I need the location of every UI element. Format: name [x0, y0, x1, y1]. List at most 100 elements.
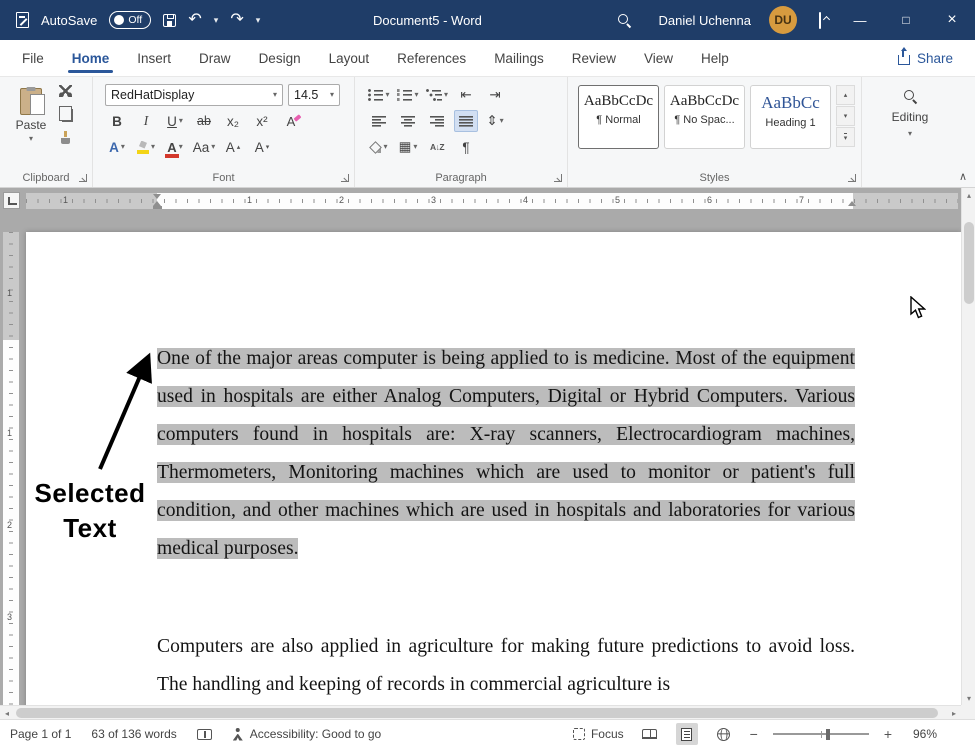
vertical-scrollbar-thumb[interactable] — [964, 222, 974, 304]
first-line-indent-marker[interactable] — [153, 194, 161, 199]
account-name[interactable]: Daniel Uchenna — [658, 13, 751, 28]
align-center-button[interactable] — [396, 110, 420, 132]
share-label: Share — [917, 51, 953, 66]
page-indicator[interactable]: Page 1 of 1 — [10, 727, 71, 741]
tab-mailings[interactable]: Mailings — [480, 40, 558, 76]
change-case-button[interactable]: Aa▾ — [192, 136, 216, 158]
font-family-select[interactable]: RedHatDisplay ▾ — [105, 84, 283, 106]
maximize-button[interactable]: □ — [883, 0, 929, 40]
paragraph-dialog-launcher-icon[interactable] — [554, 174, 562, 182]
superscript-button[interactable]: x² — [250, 110, 274, 132]
selected-text[interactable]: One of the major areas computer is being… — [157, 348, 855, 559]
styles-scroll-up-icon[interactable]: ▴ — [836, 85, 855, 105]
tab-file[interactable]: File — [8, 40, 58, 76]
tab-review[interactable]: Review — [558, 40, 630, 76]
editing-button[interactable]: Editing ▾ — [862, 89, 958, 138]
tab-references[interactable]: References — [383, 40, 480, 76]
styles-more-icon[interactable]: ▾ — [836, 127, 855, 147]
scroll-right-icon[interactable]: ▸ — [947, 706, 961, 720]
scroll-up-icon[interactable]: ▴ — [962, 188, 975, 202]
zoom-out-icon[interactable]: − — [750, 726, 758, 742]
clear-formatting-button[interactable]: A — [279, 110, 303, 132]
horizontal-scrollbar-thumb[interactable] — [16, 708, 938, 718]
paragraph-medicine[interactable]: One of the major areas computer is being… — [157, 340, 855, 568]
tab-draw[interactable]: Draw — [185, 40, 245, 76]
decrease-indent-button[interactable]: ⇤ — [454, 84, 478, 106]
show-hide-marks-button[interactable]: ¶ — [454, 136, 478, 158]
style-heading-1[interactable]: AaBbCc Heading 1 — [750, 85, 831, 149]
left-indent-marker[interactable] — [153, 206, 162, 210]
clipboard-dialog-launcher-icon[interactable] — [79, 174, 87, 182]
bold-button[interactable]: B — [105, 110, 129, 132]
text-effects-button[interactable]: A▾ — [105, 136, 129, 158]
redo-icon[interactable]: ↷ — [230, 12, 243, 28]
share-button[interactable]: Share — [898, 51, 953, 66]
proofing-icon[interactable] — [197, 729, 212, 740]
bullets-button[interactable]: ▾ — [367, 84, 391, 106]
tab-design[interactable]: Design — [245, 40, 315, 76]
tab-insert[interactable]: Insert — [123, 40, 185, 76]
undo-chevron-icon[interactable]: ▾ — [214, 15, 219, 26]
document-page[interactable]: One of the major areas computer is being… — [26, 232, 961, 705]
font-color-button[interactable]: A▾ — [163, 136, 187, 158]
numbering-button[interactable]: ▾ — [396, 84, 420, 106]
autosave-toggle[interactable]: Off — [109, 11, 151, 29]
focus-mode-button[interactable]: Focus — [573, 727, 624, 741]
highlight-color-button[interactable]: ▾ — [134, 136, 158, 158]
paste-button[interactable]: Paste ▾ — [8, 84, 54, 162]
vertical-scrollbar[interactable]: ▴ ▾ — [961, 188, 975, 705]
read-mode-button[interactable] — [639, 723, 661, 745]
scro ll-down-icon[interactable]: ▾ — [962, 691, 975, 705]
style-normal[interactable]: AaBbCcDc ¶ Normal — [578, 85, 659, 149]
right-indent-marker[interactable] — [848, 201, 856, 206]
italic-button[interactable]: I — [134, 110, 158, 132]
zoom-slider[interactable] — [773, 733, 869, 735]
paragraph-agriculture[interactable]: Computers are also applied in agricultur… — [157, 628, 855, 704]
multilevel-list-button[interactable]: ▾ — [425, 84, 449, 106]
copy-icon[interactable] — [62, 109, 73, 122]
borders-button[interactable]: ▦▾ — [396, 136, 420, 158]
web-layout-button[interactable] — [713, 723, 735, 745]
customize-toolbar-chevron-icon[interactable]: ▾ — [256, 15, 261, 26]
underline-button[interactable]: U▾ — [163, 110, 187, 132]
zoom-level[interactable]: 96% — [907, 727, 937, 741]
print-layout-button[interactable] — [676, 723, 698, 745]
line-spacing-button[interactable]: ⇕▾ — [483, 110, 507, 132]
zoom-slider-thumb[interactable] — [826, 729, 831, 740]
horizontal-scrollbar[interactable]: ◂ ▸ — [0, 705, 961, 719]
align-left-button[interactable] — [367, 110, 391, 132]
tab-view[interactable]: View — [630, 40, 687, 76]
avatar[interactable]: DU — [769, 6, 797, 34]
font-dialog-launcher-icon[interactable] — [341, 174, 349, 182]
justify-button[interactable] — [454, 110, 478, 132]
zoom-in-icon[interactable]: + — [884, 726, 892, 742]
accessibility-status[interactable]: Accessibility: Good to go — [232, 727, 381, 741]
shrink-font-button[interactable]: A▾ — [250, 136, 274, 158]
styles-scroll-down-icon[interactable]: ▾ — [836, 106, 855, 126]
tab-layout[interactable]: Layout — [315, 40, 384, 76]
scroll-left-icon[interactable]: ◂ — [0, 706, 14, 720]
tab-selector[interactable] — [3, 192, 20, 209]
style-no-spacing[interactable]: AaBbCcDc ¶ No Spac... — [664, 85, 745, 149]
minimize-button[interactable]: — — [837, 0, 883, 40]
font-size-select[interactable]: 14.5 ▾ — [288, 84, 340, 106]
undo-icon[interactable]: ↶ — [188, 12, 201, 28]
word-count[interactable]: 63 of 136 words — [91, 727, 176, 741]
shading-button[interactable]: ▾ — [367, 136, 391, 158]
tab-help[interactable]: Help — [687, 40, 743, 76]
subscript-button[interactable]: x₂ — [221, 110, 245, 132]
increase-indent-button[interactable]: ⇥ — [483, 84, 507, 106]
strikethrough-button[interactable]: ab — [192, 110, 216, 132]
cut-icon[interactable] — [59, 85, 72, 97]
format-painter-icon[interactable] — [60, 131, 71, 145]
collapse-ribbon-icon[interactable]: ∧ — [959, 170, 967, 183]
close-button[interactable]: × — [929, 0, 975, 40]
align-right-button[interactable] — [425, 110, 449, 132]
styles-dialog-launcher-icon[interactable] — [848, 174, 856, 182]
save-icon[interactable] — [163, 14, 176, 27]
grow-font-button[interactable]: A▴ — [221, 136, 245, 158]
ribbon-display-options[interactable] — [819, 13, 821, 28]
tab-home[interactable]: Home — [58, 40, 124, 76]
sort-button[interactable]: A↓Z — [425, 136, 449, 158]
search-icon[interactable] — [617, 13, 632, 28]
